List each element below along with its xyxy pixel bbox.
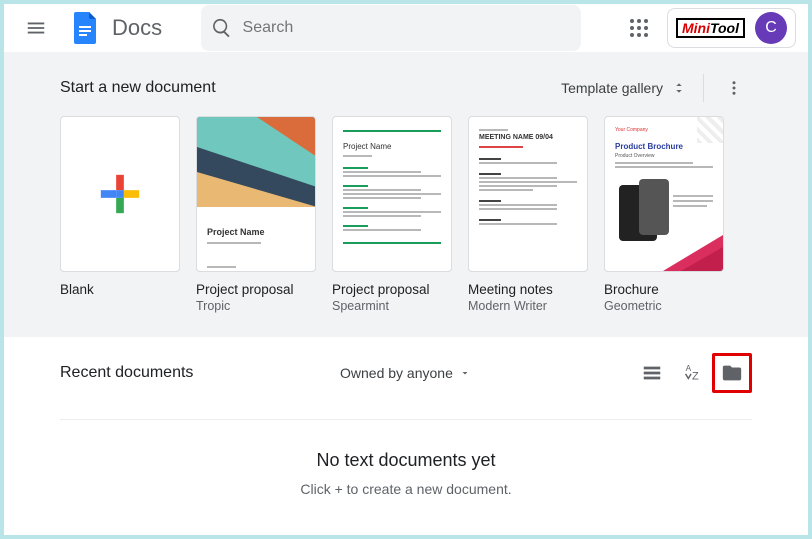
account-box: MiniTool C xyxy=(667,8,796,48)
open-file-picker-button[interactable] xyxy=(712,353,752,393)
template-title: Blank xyxy=(60,282,180,297)
search-container xyxy=(170,5,611,51)
template-gallery-button[interactable]: Template gallery xyxy=(557,74,691,102)
recent-section: Recent documents Owned by anyone A Z xyxy=(4,337,808,535)
template-cards: Blank Project Name xyxy=(60,116,752,313)
search-box[interactable] xyxy=(201,5,581,51)
separator xyxy=(703,74,704,102)
svg-text:Z: Z xyxy=(692,370,699,382)
sort-button[interactable]: A Z xyxy=(672,353,712,393)
folder-icon xyxy=(721,362,743,384)
template-card-tropic[interactable]: Project Name Project proposal Tropic xyxy=(196,116,316,313)
templates-actions: Template gallery xyxy=(557,70,752,106)
account-avatar[interactable]: C xyxy=(755,12,787,44)
empty-state: No text documents yet Click + to create … xyxy=(60,419,752,535)
app-name: Docs xyxy=(112,15,162,41)
templates-section: Start a new document Template gallery xyxy=(4,52,808,337)
template-thumb: Project Name xyxy=(332,116,452,272)
preview-caption: Project Name xyxy=(207,226,305,240)
preview-caption: Project Name xyxy=(343,141,441,153)
dropdown-icon xyxy=(459,367,471,379)
preview-heading: MEETING NAME 09/04 xyxy=(479,133,577,144)
apps-grid-icon xyxy=(629,18,649,38)
more-vert-icon xyxy=(725,79,743,97)
tropic-art-icon xyxy=(197,117,316,207)
recent-title: Recent documents xyxy=(60,364,320,382)
template-gallery-label: Template gallery xyxy=(561,80,663,96)
sort-az-icon: A Z xyxy=(681,362,703,384)
google-apps-button[interactable] xyxy=(619,8,659,48)
templates-title: Start a new document xyxy=(60,79,216,97)
unfold-icon xyxy=(671,80,687,96)
app-frame: Docs MiniTool C Start a new document xyxy=(4,4,808,535)
template-thumb: MEETING NAME 09/04 xyxy=(468,116,588,272)
templates-header: Start a new document Template gallery xyxy=(60,68,752,108)
template-thumb: Project Name xyxy=(196,116,316,272)
plus-multicolor-icon xyxy=(97,171,143,217)
search-input[interactable] xyxy=(243,19,571,37)
hamburger-icon xyxy=(25,17,47,39)
template-title: Project proposal xyxy=(332,282,452,297)
template-card-blank[interactable]: Blank xyxy=(60,116,180,313)
template-title: Project proposal xyxy=(196,282,316,297)
template-subtitle: Spearmint xyxy=(332,299,452,313)
preview-sub: Product Overview xyxy=(615,153,713,161)
main-menu-button[interactable] xyxy=(12,4,60,52)
template-card-brochure[interactable]: Your Company Product Brochure Product Ov… xyxy=(604,116,724,313)
template-card-meeting[interactable]: MEETING NAME 09/04 xyxy=(468,116,588,313)
templates-more-button[interactable] xyxy=(716,70,752,106)
template-card-spearmint[interactable]: Project Name xyxy=(332,116,452,313)
svg-text:A: A xyxy=(686,364,692,373)
owner-filter[interactable]: Owned by anyone xyxy=(340,365,471,381)
template-subtitle: Modern Writer xyxy=(468,299,588,313)
template-title: Meeting notes xyxy=(468,282,588,297)
app-logo[interactable]: Docs xyxy=(68,10,162,46)
docs-icon xyxy=(68,10,104,46)
template-thumb xyxy=(60,116,180,272)
list-view-button[interactable] xyxy=(632,353,672,393)
empty-subtitle: Click + to create a new document. xyxy=(60,481,752,497)
empty-title: No text documents yet xyxy=(60,450,752,471)
template-title: Brochure xyxy=(604,282,724,297)
brochure-corner-icon xyxy=(663,235,723,271)
header: Docs MiniTool C xyxy=(4,4,808,52)
recent-header: Recent documents Owned by anyone A Z xyxy=(60,351,752,395)
owner-filter-label: Owned by anyone xyxy=(340,365,453,381)
template-subtitle: Geometric xyxy=(604,299,724,313)
search-icon xyxy=(211,17,233,39)
template-thumb: Your Company Product Brochure Product Ov… xyxy=(604,116,724,272)
minitool-logo: MiniTool xyxy=(676,18,745,38)
list-view-icon xyxy=(641,362,663,384)
template-subtitle: Tropic xyxy=(196,299,316,313)
